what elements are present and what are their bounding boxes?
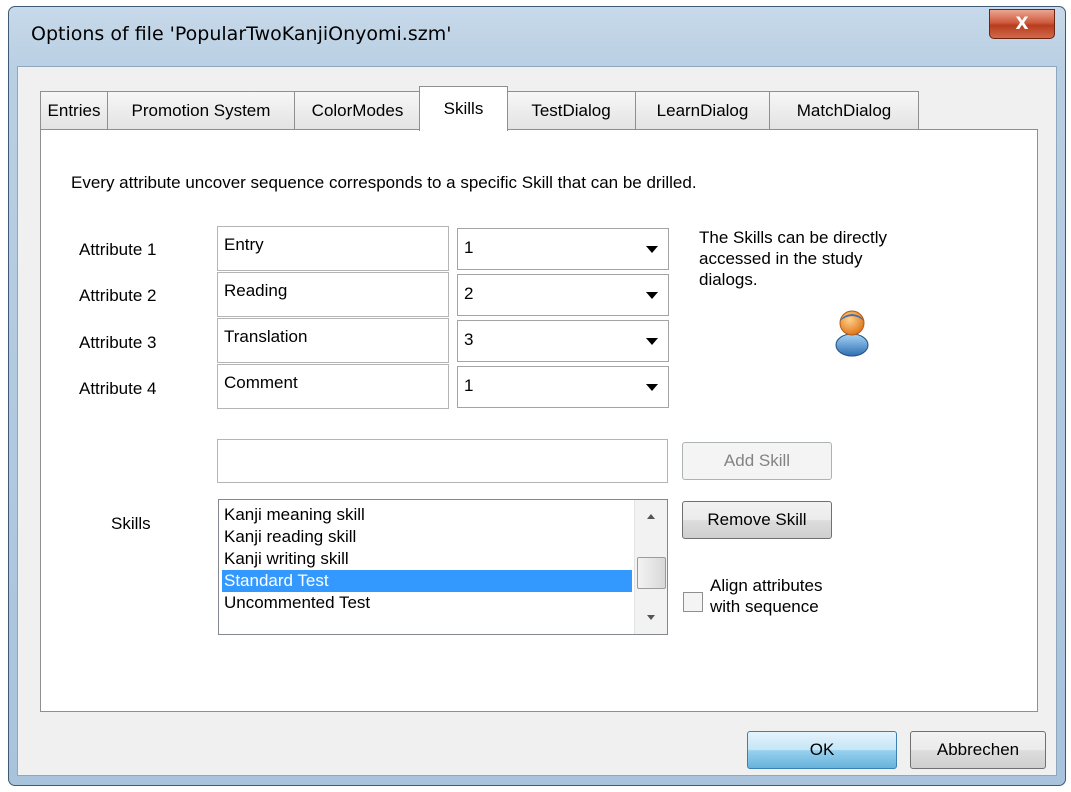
tab-label: TestDialog: [531, 100, 611, 120]
tab-label: Promotion System: [131, 100, 271, 120]
list-item-selected[interactable]: Standard Test: [222, 570, 632, 592]
attribute-1-sequence-select[interactable]: 1: [457, 228, 669, 270]
attribute-2-label: Attribute 2: [79, 286, 157, 305]
info-text-line-2: accessed in the study: [699, 249, 863, 268]
tab-testdialog[interactable]: TestDialog: [506, 91, 636, 129]
tab-label: Skills: [443, 99, 484, 118]
ok-button[interactable]: OK: [747, 731, 897, 769]
attribute-2-sequence-value: 2: [464, 284, 474, 303]
add-skill-button[interactable]: Add Skill: [682, 442, 832, 480]
align-checkbox-label-line-2: with sequence: [710, 597, 819, 616]
scrollbar-thumb[interactable]: [637, 557, 666, 589]
skills-tab-panel: Every attribute uncover sequence corresp…: [40, 129, 1038, 712]
list-item[interactable]: Uncommented Test: [222, 592, 632, 614]
intro-text: Every attribute uncover sequence corresp…: [71, 173, 697, 192]
attribute-2-sequence-select[interactable]: 2: [457, 274, 669, 316]
attribute-2-field[interactable]: Reading: [217, 272, 449, 317]
attribute-3-sequence-value: 3: [464, 330, 474, 349]
chevron-down-icon: [646, 338, 658, 345]
attribute-4-label: Attribute 4: [79, 379, 157, 398]
align-checkbox-label-line-1: Align attributes: [710, 576, 823, 595]
tab-label: Entries: [47, 100, 101, 120]
new-skill-input[interactable]: [217, 439, 668, 483]
tab-promotion-system[interactable]: Promotion System: [107, 91, 295, 129]
list-item[interactable]: Kanji writing skill: [222, 548, 632, 570]
skills-label: Skills: [111, 514, 151, 533]
tab-entries[interactable]: Entries: [40, 91, 108, 129]
attribute-3-label: Attribute 3: [79, 333, 157, 352]
cancel-button[interactable]: Abbrechen: [910, 731, 1046, 769]
tab-learndialog[interactable]: LearnDialog: [635, 91, 770, 129]
info-text-line-3: dialogs.: [699, 270, 758, 289]
attribute-1-label: Attribute 1: [79, 240, 157, 259]
list-item[interactable]: Kanji reading skill: [222, 526, 632, 548]
align-attributes-checkbox[interactable]: [683, 592, 703, 612]
chevron-down-icon: [646, 292, 658, 299]
ok-label: OK: [809, 740, 835, 759]
tab-label: ColorModes: [311, 100, 404, 120]
attribute-3-sequence-select[interactable]: 3: [457, 320, 669, 362]
scroll-down-arrow-icon[interactable]: [647, 615, 655, 620]
tab-matchdialog[interactable]: MatchDialog: [769, 91, 919, 129]
tab-label: MatchDialog: [796, 100, 892, 120]
remove-skill-label: Remove Skill: [707, 510, 807, 529]
attribute-3-field[interactable]: Translation: [217, 318, 449, 363]
attribute-4-sequence-select[interactable]: 1: [457, 366, 669, 408]
user-icon: [835, 310, 869, 357]
close-icon: X: [1015, 14, 1029, 34]
tab-colormodes[interactable]: ColorModes: [294, 91, 421, 129]
remove-skill-button[interactable]: Remove Skill: [682, 501, 832, 539]
cancel-label: Abbrechen: [936, 740, 1020, 759]
list-item[interactable]: Kanji meaning skill: [222, 504, 632, 526]
tab-skills[interactable]: Skills: [419, 86, 508, 131]
attribute-1-field[interactable]: Entry: [217, 226, 449, 271]
attribute-4-sequence-value: 1: [464, 376, 474, 395]
window-title: Options of file 'PopularTwoKanjiOnyomi.s…: [31, 23, 452, 45]
scroll-up-arrow-icon[interactable]: [647, 514, 655, 519]
options-window: Options of file 'PopularTwoKanjiOnyomi.s…: [8, 6, 1066, 786]
close-button[interactable]: X: [989, 9, 1055, 39]
add-skill-label: Add Skill: [723, 451, 791, 470]
chevron-down-icon: [646, 384, 658, 391]
skills-list-scrollbar[interactable]: [634, 500, 667, 634]
dialog-client-area: Entries Promotion System ColorModes Skil…: [17, 66, 1057, 776]
tab-label: LearnDialog: [656, 100, 749, 120]
attribute-1-sequence-value: 1: [464, 238, 474, 257]
attribute-4-field[interactable]: Comment: [217, 364, 449, 409]
chevron-down-icon: [646, 246, 658, 253]
skills-listbox[interactable]: Kanji meaning skill Kanji reading skill …: [218, 499, 668, 635]
info-text-line-1: The Skills can be directly: [699, 228, 888, 247]
